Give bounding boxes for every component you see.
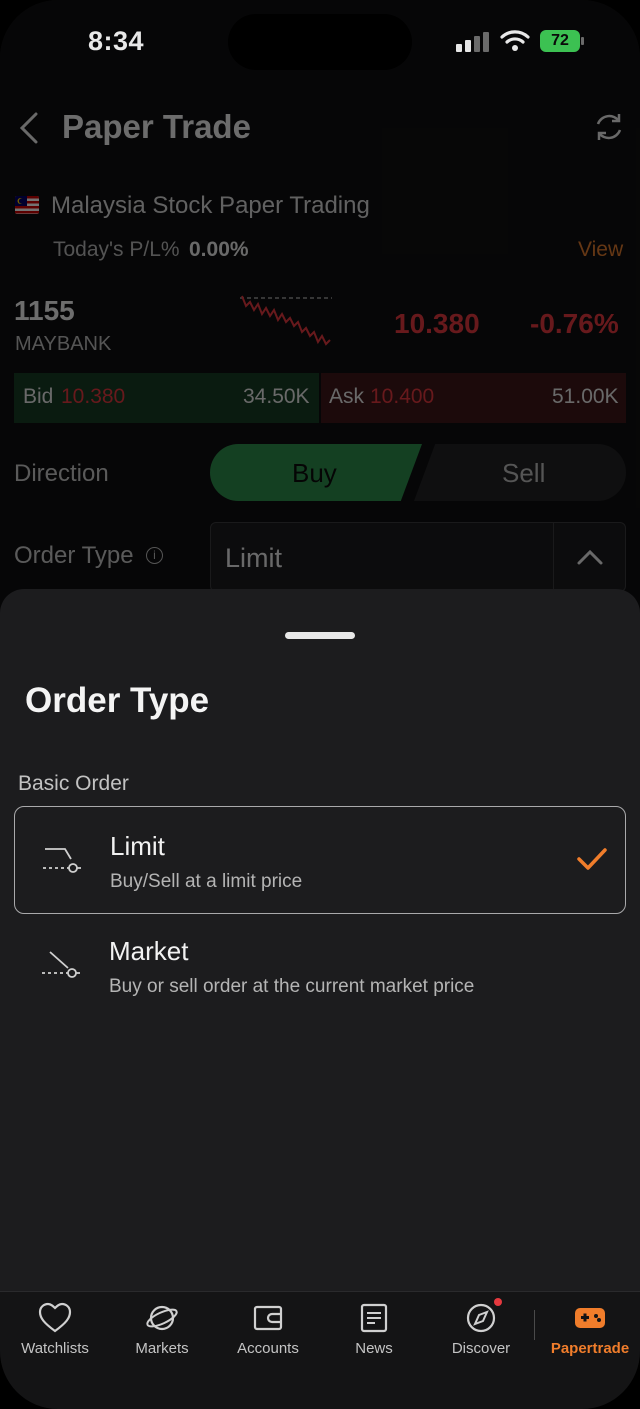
refresh-icon[interactable] (592, 110, 626, 144)
order-type-value: Limit (225, 543, 283, 573)
tab-news[interactable]: News (319, 1302, 429, 1372)
ask-side: Ask 10.400 51.00K (321, 373, 626, 423)
bid-volume: 34.50K (243, 385, 310, 408)
compass-icon (466, 1303, 496, 1333)
news-icon (360, 1303, 388, 1333)
option-description: Buy or sell order at the current market … (109, 976, 475, 997)
notification-dot (494, 1298, 502, 1306)
sell-button[interactable]: Sell (414, 444, 626, 501)
market-name: Malaysia Stock Paper Trading (51, 192, 370, 219)
heart-icon (38, 1302, 72, 1333)
tab-accounts[interactable]: Accounts (213, 1302, 323, 1372)
buy-label: Buy (292, 458, 337, 488)
limit-order-icon (43, 848, 81, 873)
tab-markets[interactable]: Markets (107, 1302, 217, 1372)
status-time: 8:34 (88, 26, 145, 56)
checkmark-icon (577, 848, 607, 870)
pl-label: Today's P/L% (53, 238, 180, 261)
view-link[interactable]: View (578, 238, 623, 262)
bid-price: 10.380 (61, 385, 126, 408)
ask-volume: 51.00K (552, 385, 619, 408)
order-type-toggle[interactable] (553, 523, 625, 591)
status-bar: 8:34 72 (0, 0, 640, 86)
dynamic-island (228, 14, 412, 70)
stock-name: MAYBANK (15, 333, 112, 355)
price-sparkline (240, 295, 332, 346)
stock-change: -0.76% (530, 308, 619, 339)
stock-code: 1155 (14, 295, 75, 326)
sell-label: Sell (502, 458, 546, 488)
chevron-up-icon (577, 549, 603, 565)
planet-icon (146, 1305, 178, 1331)
section-label: Basic Order (18, 772, 129, 795)
chevron-left-icon[interactable] (14, 108, 44, 148)
ask-label: Ask (329, 385, 365, 408)
bid-label: Bid (23, 385, 54, 408)
tab-papertrade[interactable]: Papertrade (535, 1302, 640, 1372)
tab-label: Papertrade (550, 1340, 630, 1357)
direction-toggle: Buy Sell (210, 444, 626, 501)
tab-label: Accounts (237, 1340, 299, 1357)
option-limit[interactable]: Limit Buy/Sell at a limit price (14, 806, 626, 914)
wallet-icon (253, 1305, 283, 1331)
tab-discover[interactable]: Discover (426, 1302, 536, 1372)
option-title: Limit (110, 831, 165, 861)
option-description: Buy/Sell at a limit price (110, 871, 303, 892)
order-type-label: Order Type (14, 542, 134, 569)
tab-label: Discover (451, 1340, 511, 1357)
option-market[interactable]: Market Buy or sell order at the current … (14, 912, 626, 1020)
cellular-signal-icon (456, 32, 490, 52)
buy-button[interactable]: Buy (210, 444, 422, 501)
paper-trade-page: Paper Trade Malaysia Stock Paper Trading… (0, 86, 640, 606)
stock-price: 10.380 (394, 308, 480, 339)
sheet-title: Order Type (25, 681, 210, 720)
phone-screen: Paper Trade Malaysia Stock Paper Trading… (0, 0, 640, 1409)
order-type-sheet: Order Type Basic Order Limit Buy/Sell at… (0, 589, 640, 1291)
page-title: Paper Trade (62, 108, 251, 145)
direction-label: Direction (14, 460, 109, 487)
tab-label: News (355, 1340, 393, 1357)
pl-value: 0.00% (189, 238, 249, 261)
wifi-icon (500, 30, 530, 51)
bid-side: Bid 10.380 34.50K (14, 373, 319, 423)
bottom-tab-bar: Watchlists Markets Accounts News Discove… (0, 1291, 640, 1409)
tab-label: Watchlists (21, 1340, 89, 1357)
battery-level: 72 (540, 30, 580, 52)
info-icon[interactable]: i (146, 547, 163, 564)
market-order-icon (42, 951, 80, 978)
battery-icon: 72 (540, 30, 584, 52)
gamepad-icon (575, 1308, 605, 1328)
ask-price: 10.400 (370, 385, 435, 408)
bid-ask-bar: Bid 10.380 34.50K Ask 10.400 51.00K (14, 373, 626, 423)
malaysia-flag-icon (15, 196, 39, 214)
sheet-drag-handle[interactable] (285, 632, 355, 639)
tab-label: Markets (135, 1340, 189, 1357)
tab-watchlists[interactable]: Watchlists (0, 1302, 110, 1372)
option-title: Market (109, 936, 189, 966)
order-type-select[interactable]: Limit (210, 522, 626, 592)
